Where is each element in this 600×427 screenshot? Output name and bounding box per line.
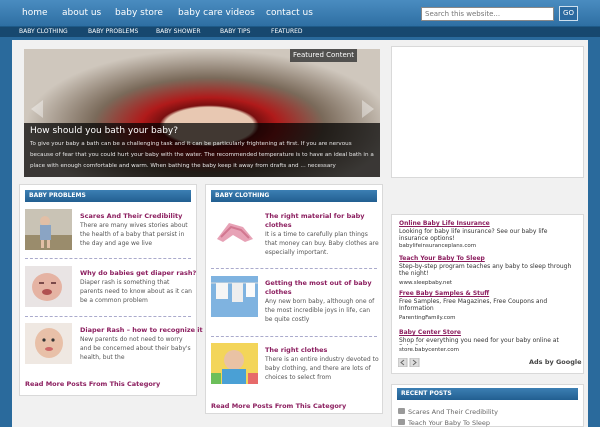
- post-excerpt: Diaper rash is something that parents ne…: [80, 279, 192, 304]
- nav-contact-us[interactable]: contact us: [266, 8, 313, 18]
- recent-post-item[interactable]: Scares And Their Credibility: [398, 408, 498, 416]
- featured-content-label: Featured Content: [290, 49, 357, 62]
- post-excerpt: There is an entire industry devoted to b…: [265, 356, 379, 381]
- baby-clothing-heading: BABY CLOTHING: [211, 190, 377, 202]
- baby-problems-heading: BABY PROBLEMS: [25, 190, 191, 202]
- ad-text: Shop for everything you need for your ba…: [399, 337, 559, 345]
- post-excerpt: There are many wives stories about the h…: [80, 222, 188, 247]
- cat-baby-problems[interactable]: BABY PROBLEMS: [88, 28, 138, 35]
- ad-url[interactable]: www.sleepbaby.net: [399, 280, 452, 286]
- post-title-link[interactable]: The right clothes: [265, 346, 327, 355]
- ad-url[interactable]: babylifeinsuranceplans.com: [399, 243, 476, 249]
- post-thumbnail-crying-baby-image[interactable]: [25, 266, 72, 307]
- nav-baby-care-videos[interactable]: baby care videos: [178, 8, 255, 18]
- ads-by-google-label[interactable]: Ads by Google: [529, 358, 582, 366]
- ad-text: Free Samples, Free Magazines, Free Coupo…: [399, 298, 548, 312]
- post-excerpt: Any new born baby, although one of the m…: [265, 298, 375, 323]
- featured-post-excerpt: To give your baby a bath can be a challe…: [30, 141, 374, 169]
- post-divider: [211, 336, 377, 337]
- post-bullet-icon: [398, 419, 405, 425]
- search-input[interactable]: [421, 7, 554, 21]
- post-title-link[interactable]: Getting the most out of baby: [265, 279, 372, 288]
- ad-title-link[interactable]: Baby Center Store: [399, 329, 461, 336]
- post-title-link[interactable]: Diaper Rash – how to recognize it: [80, 326, 203, 335]
- recent-posts-heading: RECENT POSTS: [397, 388, 578, 400]
- top-navigation-bar: home about us baby store baby care video…: [0, 0, 600, 27]
- recent-post-item[interactable]: Teach Your Baby To Sleep: [398, 419, 490, 427]
- ad-url[interactable]: ParentingFamily.com: [399, 315, 456, 321]
- nav-baby-store[interactable]: baby store: [115, 8, 163, 18]
- recent-post-label[interactable]: Scares And Their Credibility: [408, 408, 498, 416]
- post-divider: [211, 268, 377, 269]
- slider-next-arrow-icon[interactable]: [362, 100, 374, 118]
- cat-baby-tips[interactable]: BABY TIPS: [220, 28, 250, 35]
- post-thumbnail-clothesline-image[interactable]: [211, 276, 258, 317]
- cat-baby-clothing[interactable]: BABY CLOTHING: [19, 28, 68, 35]
- post-title-link[interactable]: Scares And Their Credibility: [80, 212, 182, 221]
- nav-home[interactable]: home: [22, 8, 48, 18]
- featured-post-title[interactable]: How should you bath your baby?: [30, 126, 178, 136]
- post-title-link-line2[interactable]: clothes: [265, 221, 292, 230]
- post-excerpt: It is a time to carefully plan things th…: [265, 231, 379, 256]
- read-more-link[interactable]: Read More Posts From This Category: [25, 380, 160, 388]
- post-thumbnail-baby-image[interactable]: [25, 323, 72, 364]
- post-title-link[interactable]: The right material for baby: [265, 212, 365, 221]
- nav-about-us[interactable]: about us: [62, 8, 101, 18]
- ad-title-link[interactable]: Online Baby Life Insurance: [399, 220, 490, 227]
- read-more-link[interactable]: Read More Posts From This Category: [211, 402, 346, 410]
- slider-prev-arrow-icon[interactable]: [31, 100, 43, 118]
- ad-url[interactable]: store.babycenter.com: [399, 347, 459, 353]
- search-go-button[interactable]: GO: [559, 6, 578, 21]
- post-thumbnail-smiling-baby-image[interactable]: [211, 343, 258, 384]
- post-title-link[interactable]: Why do babies get diaper rash?: [80, 269, 196, 278]
- post-divider: [25, 316, 191, 317]
- ad-text: Looking for baby life insurance? See our…: [399, 228, 548, 242]
- ad-nav-arrows-icon[interactable]: [398, 358, 420, 367]
- ad-title-link[interactable]: Free Baby Samples & Stuff: [399, 290, 489, 297]
- recent-post-label[interactable]: Teach Your Baby To Sleep: [408, 419, 490, 427]
- post-thumbnail-pink-clothes-image[interactable]: [211, 209, 258, 250]
- post-excerpt: New parents do not need to worry and be …: [80, 336, 191, 361]
- ad-text: Step-by-step program teaches any baby to…: [399, 263, 572, 277]
- cat-baby-shower[interactable]: BABY SHOWER: [156, 28, 201, 35]
- ad-title-link[interactable]: Teach Your Baby To Sleep: [399, 255, 485, 262]
- sidebar-ad-blank: [391, 46, 584, 178]
- post-thumbnail-toddler-image[interactable]: [25, 209, 72, 250]
- cat-featured[interactable]: FEATURED: [271, 28, 303, 35]
- post-divider: [25, 258, 191, 259]
- post-title-link-line2[interactable]: clothes: [265, 288, 292, 297]
- category-navigation-bar: BABY CLOTHING BABY PROBLEMS BABY SHOWER …: [0, 27, 600, 37]
- post-bullet-icon: [398, 408, 405, 414]
